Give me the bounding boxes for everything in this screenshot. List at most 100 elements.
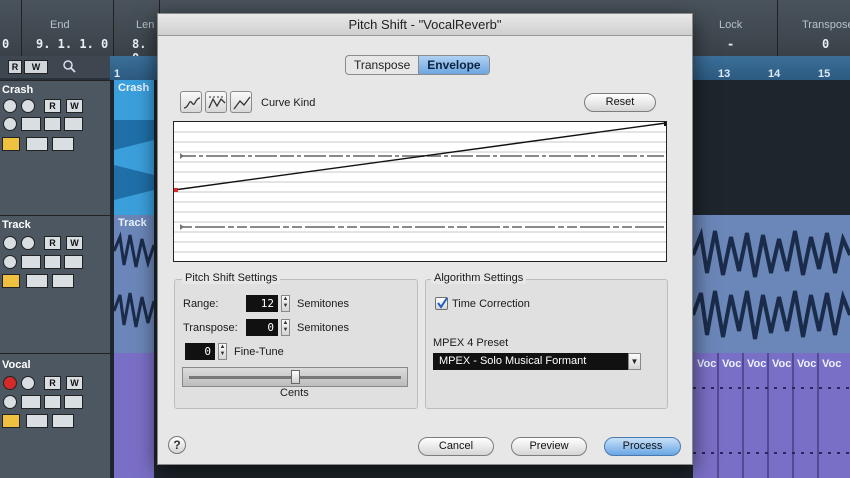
spline-curve-icon[interactable] (180, 91, 202, 113)
insert-button[interactable] (21, 395, 41, 409)
track-header-vocal[interactable]: Vocal R W (0, 353, 110, 478)
ruler-tick: 1 (114, 68, 121, 80)
range-field[interactable]: 12 (246, 295, 278, 312)
transpose-label: Transpose: (183, 322, 238, 334)
read-button[interactable]: R (44, 236, 61, 250)
preview-button[interactable]: Preview (511, 437, 587, 456)
help-button[interactable]: ? (168, 436, 186, 454)
start-value: 0 (2, 37, 10, 51)
end-cell[interactable]: End 9. 1. 1. 0 (22, 0, 114, 56)
info-cell: 0 (0, 0, 22, 56)
edit-icon[interactable] (3, 395, 17, 409)
time-correction-label: Time Correction (452, 298, 530, 310)
length-cell[interactable]: Len 8. 0 (114, 0, 160, 65)
record-enable-button[interactable] (3, 376, 17, 390)
process-button[interactable]: Process (604, 437, 681, 456)
search-icon[interactable] (62, 59, 76, 73)
pitch-shift-settings-title: Pitch Shift Settings (182, 272, 281, 284)
eq-button[interactable] (44, 395, 61, 409)
end-value[interactable]: 9. 1. 1. 0 (36, 37, 108, 51)
insert-button[interactable] (21, 117, 41, 131)
track-name: Track (2, 219, 31, 231)
lock-label: Lock (719, 19, 743, 31)
slider-thumb[interactable] (290, 370, 300, 384)
time-correction-checkbox[interactable] (435, 297, 448, 310)
ruler-tick: 13 (718, 68, 731, 80)
eq-button[interactable] (44, 255, 61, 269)
pitch-shift-dialog: Pitch Shift - "VocalReverb" Transpose En… (157, 13, 693, 465)
reset-button[interactable]: Reset (584, 93, 656, 112)
ruler-tick: 14 (768, 68, 781, 80)
lane-icon[interactable] (52, 274, 74, 288)
finetune-field[interactable]: 0 (185, 343, 215, 360)
monitor-button[interactable] (21, 99, 35, 113)
lane-icon[interactable] (52, 414, 74, 428)
algorithm-settings-title: Algorithm Settings (431, 272, 527, 284)
folder-icon[interactable] (26, 414, 48, 428)
edit-icon[interactable] (3, 255, 17, 269)
lock-value[interactable]: - (727, 37, 734, 51)
music-note-icon[interactable] (2, 274, 20, 288)
dialog-title: Pitch Shift - "VocalReverb" (158, 14, 692, 36)
write-button[interactable]: W (66, 236, 83, 250)
edit-icon[interactable] (3, 117, 17, 131)
chevron-down-icon[interactable]: ▼ (628, 353, 641, 370)
range-stepper[interactable]: ▲ ▼ (281, 295, 290, 312)
track-list-toolbar: R W (0, 56, 110, 78)
checkmark-icon (437, 297, 448, 309)
mpex-preset-label: MPEX 4 Preset (433, 337, 509, 349)
transpose-label: Transpose (802, 19, 850, 31)
audio-clip[interactable] (114, 353, 154, 478)
track-header-crash[interactable]: Crash R W (0, 80, 110, 215)
vocal-clip-group[interactable]: Voc Voc Voc Voc Voc Voc (693, 353, 850, 478)
mpex-preset-value: MPEX - Solo Musical Formant (439, 355, 587, 367)
read-button[interactable]: R (44, 99, 61, 113)
record-enable-button[interactable] (3, 99, 17, 113)
range-label: Range: (183, 298, 219, 310)
curve-kind-label: Curve Kind (261, 97, 316, 109)
music-note-icon[interactable] (2, 137, 20, 151)
finetune-label: Fine-Tune (234, 346, 284, 358)
music-note-icon[interactable] (2, 414, 20, 428)
write-button[interactable]: W (66, 376, 83, 390)
cents-label: Cents (280, 387, 309, 399)
read-all-button[interactable]: R (8, 60, 22, 74)
transpose-unit: Semitones (297, 322, 349, 334)
envelope-graph[interactable] (174, 122, 667, 262)
audio-clip[interactable]: Crash (114, 80, 154, 215)
cancel-button[interactable]: Cancel (418, 437, 494, 456)
audio-clip[interactable]: Track (114, 215, 154, 353)
transpose-value[interactable]: 0 (822, 37, 829, 51)
damped-curve-icon[interactable] (205, 91, 227, 113)
linear-curve-icon[interactable] (230, 91, 252, 113)
send-button[interactable] (64, 395, 83, 409)
folder-icon[interactable] (26, 274, 48, 288)
length-label: Len (136, 19, 155, 31)
finetune-slider[interactable] (182, 367, 408, 387)
track-name: Vocal (2, 359, 31, 371)
lane-icon[interactable] (52, 137, 74, 151)
end-label: End (50, 19, 70, 31)
lock-cell[interactable]: Lock - (693, 0, 778, 56)
transpose-field[interactable]: 0 (246, 319, 278, 336)
finetune-stepper[interactable]: ▲ ▼ (218, 343, 227, 360)
range-unit: Semitones (297, 298, 349, 310)
send-button[interactable] (64, 117, 83, 131)
transpose-cell[interactable]: Transpose 0 (778, 0, 850, 56)
monitor-button[interactable] (21, 376, 35, 390)
transpose-stepper[interactable]: ▲ ▼ (281, 319, 290, 336)
read-button[interactable]: R (44, 376, 61, 390)
send-button[interactable] (64, 255, 83, 269)
envelope-editor[interactable] (173, 121, 667, 262)
audio-clip[interactable] (693, 215, 850, 353)
eq-button[interactable] (44, 117, 61, 131)
write-all-button[interactable]: W (24, 60, 48, 74)
write-button[interactable]: W (66, 99, 83, 113)
mpex-preset-select[interactable]: MPEX - Solo Musical Formant (433, 353, 641, 370)
ruler-tick: 15 (818, 68, 831, 80)
folder-icon[interactable] (26, 137, 48, 151)
track-header-track[interactable]: Track R W (0, 215, 110, 353)
monitor-button[interactable] (21, 236, 35, 250)
record-enable-button[interactable] (3, 236, 17, 250)
insert-button[interactable] (21, 255, 41, 269)
